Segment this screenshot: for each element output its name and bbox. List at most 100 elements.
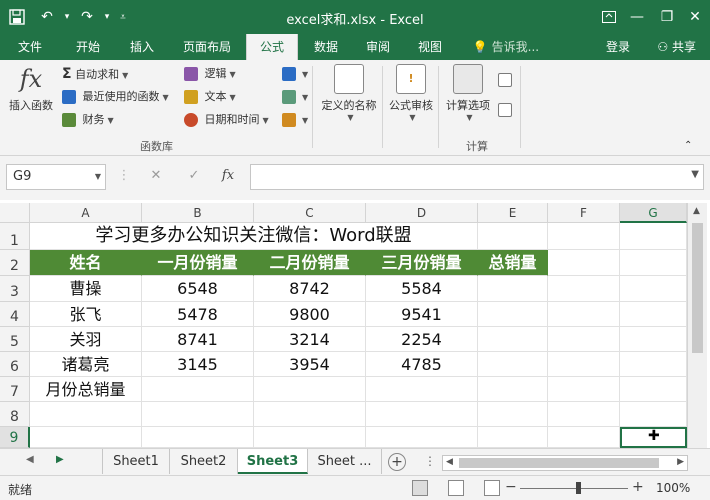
- cell-g8[interactable]: [620, 402, 687, 427]
- ribbon-display-icon[interactable]: [596, 5, 622, 29]
- cell-c7[interactable]: [254, 377, 366, 402]
- autosum-button[interactable]: Σ 自动求和 ▼: [62, 64, 128, 84]
- cell-e7[interactable]: [478, 377, 548, 402]
- header-feb[interactable]: 二月份销量: [254, 250, 366, 276]
- calc-sheet-button[interactable]: [498, 100, 515, 120]
- cell-value[interactable]: 5584: [366, 276, 478, 302]
- scroll-right-icon[interactable]: ▶: [677, 457, 684, 467]
- formula-auditing-button[interactable]: ! 公式审核 ▼: [386, 64, 436, 122]
- recent-functions-button[interactable]: 最近使用的函数 ▼: [62, 87, 169, 107]
- monthly-total-label[interactable]: 月份总销量: [30, 377, 142, 402]
- share-button[interactable]: ⚇ 共享: [651, 37, 702, 57]
- column-header-f[interactable]: F: [548, 203, 620, 223]
- cell-d9[interactable]: [366, 427, 478, 448]
- financial-button[interactable]: 财务 ▼: [62, 110, 114, 130]
- horizontal-scrollbar[interactable]: ◀ ▶: [442, 455, 688, 471]
- cell-b9[interactable]: [142, 427, 254, 448]
- cell-value[interactable]: 8741: [142, 327, 254, 352]
- tell-me-box[interactable]: 💡 告诉我...: [466, 34, 546, 60]
- cell-g2[interactable]: [620, 250, 687, 276]
- cell-g3[interactable]: [620, 276, 687, 302]
- header-jan[interactable]: 一月份销量: [142, 250, 254, 276]
- cell-c8[interactable]: [254, 402, 366, 427]
- calc-now-button[interactable]: [498, 70, 515, 90]
- cell-value[interactable]: 2254: [366, 327, 478, 352]
- tab-insert[interactable]: 插入: [120, 34, 164, 60]
- header-mar[interactable]: 三月份销量: [366, 250, 478, 276]
- cell-value[interactable]: 5478: [142, 302, 254, 327]
- math-trig-button[interactable]: ▼: [282, 87, 308, 107]
- tab-view[interactable]: 视图: [408, 34, 452, 60]
- add-sheet-icon[interactable]: +: [388, 453, 406, 471]
- cell-c9[interactable]: [254, 427, 366, 448]
- cell-f3[interactable]: [548, 276, 620, 302]
- defined-names-button[interactable]: 定义的名称 ▼: [318, 64, 380, 122]
- lookup-reference-button[interactable]: ▼: [282, 64, 308, 84]
- cancel-icon[interactable]: ✕: [146, 168, 166, 186]
- cell-name[interactable]: 张飞: [30, 302, 142, 327]
- name-box[interactable]: G9 ▼: [6, 164, 106, 190]
- row-header-9[interactable]: 9: [0, 427, 30, 448]
- row-header-5[interactable]: 5: [0, 327, 30, 352]
- cell-total[interactable]: [478, 327, 548, 352]
- expand-formula-icon[interactable]: ▼: [691, 169, 699, 180]
- cell-value[interactable]: 9541: [366, 302, 478, 327]
- cell-total[interactable]: [478, 276, 548, 302]
- cell-e8[interactable]: [478, 402, 548, 427]
- cell-value[interactable]: 8742: [254, 276, 366, 302]
- tab-data[interactable]: 数据: [304, 34, 348, 60]
- cell-b8[interactable]: [142, 402, 254, 427]
- cell-d7[interactable]: [366, 377, 478, 402]
- cell-f4[interactable]: [548, 302, 620, 327]
- column-header-e[interactable]: E: [478, 203, 548, 223]
- sheet-tab-1[interactable]: Sheet1: [102, 449, 170, 474]
- datetime-button[interactable]: 日期和时间 ▼: [184, 110, 269, 130]
- collapse-ribbon-button[interactable]: ⌃: [684, 136, 692, 156]
- close-icon[interactable]: ✕: [682, 5, 708, 29]
- tab-formulas[interactable]: 公式: [246, 34, 298, 60]
- column-header-d[interactable]: D: [366, 203, 478, 223]
- column-header-g[interactable]: G: [620, 203, 687, 223]
- cell-e1[interactable]: [478, 223, 548, 250]
- cell-value[interactable]: 3214: [254, 327, 366, 352]
- cell-g1[interactable]: [620, 223, 687, 250]
- zoom-out-icon[interactable]: −: [505, 479, 517, 495]
- more-functions-button[interactable]: ▼: [282, 110, 308, 130]
- vertical-scroll-thumb[interactable]: [692, 223, 703, 353]
- zoom-slider[interactable]: [520, 488, 628, 489]
- row-header-2[interactable]: 2: [0, 250, 30, 276]
- zoom-slider-thumb[interactable]: [576, 482, 581, 494]
- cell-name[interactable]: 诸葛亮: [30, 352, 142, 377]
- sheet-title-cell[interactable]: 学习更多办公知识关注微信：Word联盟: [30, 223, 478, 250]
- cell-f5[interactable]: [548, 327, 620, 352]
- column-header-c[interactable]: C: [254, 203, 366, 223]
- select-all-corner[interactable]: [0, 203, 30, 223]
- tab-review[interactable]: 审阅: [356, 34, 400, 60]
- cell-name[interactable]: 关羽: [30, 327, 142, 352]
- column-header-a[interactable]: A: [30, 203, 142, 223]
- column-header-b[interactable]: B: [142, 203, 254, 223]
- cell-f9[interactable]: [548, 427, 620, 448]
- horizontal-scroll-thumb[interactable]: [459, 458, 659, 468]
- tab-file[interactable]: 文件: [8, 34, 52, 60]
- formula-input[interactable]: ▼: [250, 164, 704, 190]
- row-header-7[interactable]: 7: [0, 377, 30, 402]
- row-header-8[interactable]: 8: [0, 402, 30, 427]
- cell-value[interactable]: 3145: [142, 352, 254, 377]
- cell-g5[interactable]: [620, 327, 687, 352]
- tab-split-icon[interactable]: ⋮: [424, 454, 436, 468]
- cell-a8[interactable]: [30, 402, 142, 427]
- zoom-level[interactable]: 100%: [656, 481, 690, 495]
- cell-g4[interactable]: [620, 302, 687, 327]
- cell-a9[interactable]: [30, 427, 142, 448]
- normal-view-icon[interactable]: [412, 480, 428, 496]
- maximize-icon[interactable]: ❐: [654, 5, 680, 29]
- header-name[interactable]: 姓名: [30, 250, 142, 276]
- cell-f6[interactable]: [548, 352, 620, 377]
- sheet-next-icon[interactable]: ▶: [56, 454, 64, 465]
- cell-value[interactable]: 9800: [254, 302, 366, 327]
- cell-f8[interactable]: [548, 402, 620, 427]
- scroll-up-icon[interactable]: ▲: [693, 206, 700, 216]
- logical-button[interactable]: 逻辑 ▼: [184, 64, 236, 84]
- cell-f2[interactable]: [548, 250, 620, 276]
